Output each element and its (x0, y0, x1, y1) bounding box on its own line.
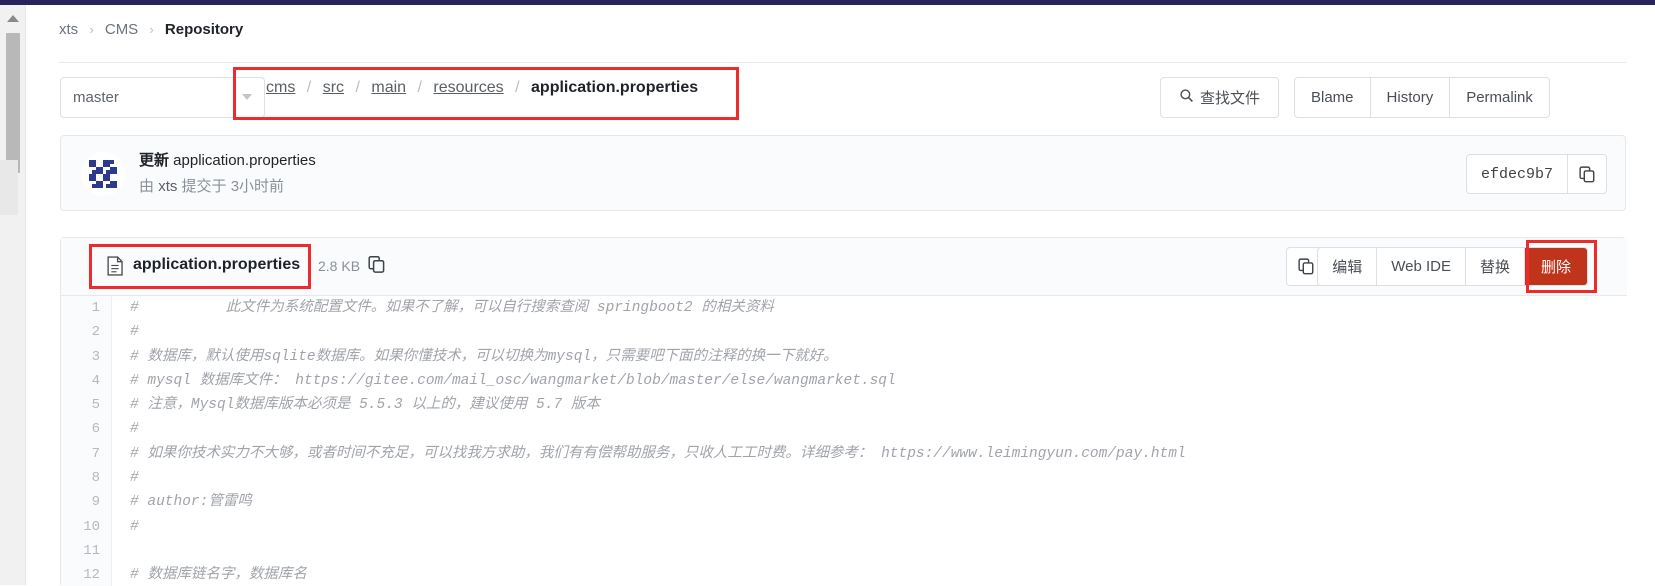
branch-selector-label: master (73, 89, 119, 106)
path-separator: / (417, 79, 422, 96)
file-viewer-header: application.properties 2.8 KB 编辑 Web IDE… (61, 238, 1627, 296)
code-line: # 注意，Mysql数据库版本必须是 5.5.3 以上的，建议使用 5.7 版本 (130, 397, 600, 414)
code-line-number: 5 (91, 397, 100, 414)
search-icon (1179, 88, 1194, 107)
file-name: application.properties (133, 256, 301, 273)
code-line: # 如果你技术实力不大够，或者时间不充足，可以找我方求助，我们有有偿帮助服务，只… (130, 445, 1186, 462)
commit-message-rest: application.properties (169, 152, 316, 169)
breadcrumb-item-current: Repository (164, 21, 244, 38)
breadcrumb-item-owner[interactable]: xts (59, 21, 78, 38)
code-line: # mysql 数据库文件： https://gitee.com/mail_os… (130, 372, 896, 389)
commit-by-suffix: 提交于 (181, 178, 227, 195)
blame-button[interactable]: Blame (1295, 78, 1371, 117)
path-segment-src[interactable]: src (323, 79, 344, 96)
avatar[interactable] (81, 152, 125, 196)
code-line: # 数据库链名字，数据库名 (130, 567, 307, 584)
commit-time: 3小时前 (230, 178, 285, 195)
breadcrumb-separator-icon: › (89, 22, 94, 37)
file-view-button-group: Blame History Permalink (1294, 77, 1550, 118)
repository-file-page: xts › CMS › Repository master cms / src … (26, 5, 1655, 586)
path-separator: / (515, 79, 520, 96)
code-line-number: 10 (83, 518, 100, 535)
commit-hash[interactable]: efdec9b7 (1467, 155, 1568, 193)
code-line-number: 7 (91, 445, 100, 462)
scrollbar-side-block (0, 160, 18, 215)
code-line: # author:管雷鸣 (130, 494, 252, 511)
commit-hash-group: efdec9b7 (1465, 154, 1607, 194)
code-line-number: 9 (91, 494, 100, 511)
code-line: # (130, 421, 139, 438)
path-separator: / (306, 79, 312, 96)
replace-button[interactable]: 替换 (1466, 248, 1525, 285)
path-segment-main[interactable]: main (371, 79, 406, 96)
code-line: # (130, 324, 139, 341)
code-line-number: 12 (83, 567, 100, 584)
breadcrumb-item-project[interactable]: CMS (105, 21, 138, 38)
scroll-up-arrow-icon[interactable] (7, 15, 19, 22)
file-viewer-card: application.properties 2.8 KB 编辑 Web IDE… (60, 237, 1627, 586)
breadcrumb: xts › CMS › Repository (59, 21, 243, 38)
file-size: 2.8 KB (318, 258, 361, 274)
edit-button[interactable]: 编辑 (1318, 248, 1378, 285)
history-button[interactable]: History (1371, 78, 1451, 117)
find-file-label: 查找文件 (1199, 90, 1260, 107)
path-separator: / (355, 79, 360, 96)
code-line: # 数据库，默认使用sqlite数据库。如果你懂技术，可以切换为mysql，只需… (130, 348, 838, 365)
commit-author[interactable]: xts (158, 178, 177, 195)
commit-message-bold: 更新 (139, 152, 170, 169)
code-line-number: 1 (91, 300, 100, 316)
breadcrumb-separator-icon: › (149, 22, 154, 37)
code-line-number: 3 (91, 348, 100, 365)
path-segment-cms[interactable]: cms (266, 79, 295, 96)
commit-by-prefix: 由 (139, 178, 155, 195)
find-file-button[interactable]: 查找文件 (1160, 77, 1279, 118)
code-line-number: 11 (83, 542, 100, 559)
code-line-number: 8 (91, 470, 100, 487)
code-viewer: 1 2 3 4 5 6 7 8 9 10 11 12 # 此文件为系统配置文件。如果不了解，可以自行搜… (61, 296, 1627, 586)
code-line: # 此文件为系统配置文件。如果不了解，可以自行搜索查阅 springboot2 … (130, 300, 774, 316)
copy-icon[interactable] (1568, 155, 1606, 193)
code-line-number: 2 (91, 324, 100, 341)
last-commit-card: 更新 application.properties 由 xts 提交于 3小时前… (60, 135, 1626, 211)
file-document-icon (107, 256, 124, 281)
permalink-button[interactable]: Permalink (1450, 78, 1549, 117)
code-line: # (130, 518, 139, 535)
web-ide-button[interactable]: Web IDE (1377, 248, 1466, 285)
file-path-breadcrumb: cms / src / main / resources / applicati… (266, 79, 698, 97)
copy-icon[interactable] (368, 255, 386, 279)
code-line-number: 4 (91, 372, 100, 389)
path-segment-file: application.properties (531, 79, 699, 96)
scrollbar-thumb[interactable] (6, 33, 20, 173)
delete-highlight-box (1526, 240, 1597, 293)
code-line-number: 6 (91, 421, 100, 438)
commit-meta: 由 xts 提交于 3小时前 (139, 175, 284, 196)
header-divider (59, 62, 1626, 63)
commit-message[interactable]: 更新 application.properties (139, 149, 316, 170)
code-line-numbers: 1 2 3 4 5 6 7 8 9 10 11 12 (61, 296, 112, 586)
code-line: # (130, 470, 139, 487)
code-lines[interactable]: # 此文件为系统配置文件。如果不了解，可以自行搜索查阅 springboot2 … (112, 296, 1627, 586)
path-segment-resources[interactable]: resources (433, 79, 503, 96)
page-scrollbar[interactable] (0, 5, 26, 585)
